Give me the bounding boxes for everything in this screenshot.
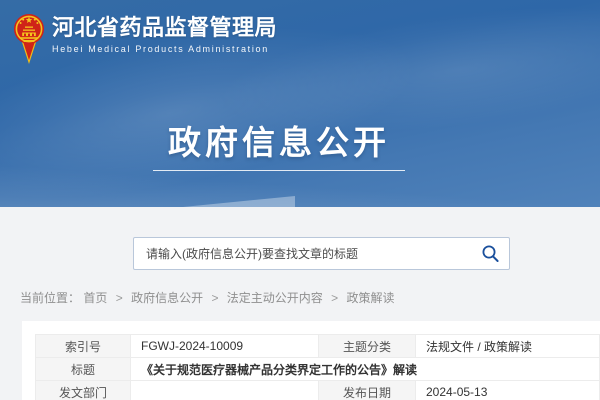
page-title: 政府信息公开 (0, 116, 600, 164)
banner-header: 河北省药品监督管理局 Hebei Medical Products Admini… (0, 0, 600, 207)
site-logo-text: 河北省药品监督管理局 Hebei Medical Products Admini… (52, 12, 277, 54)
subject-category-value: 法规文件 / 政策解读 (416, 335, 600, 358)
breadcrumb-separator: > (116, 291, 123, 305)
china-national-emblem-icon (13, 12, 45, 64)
title-value-cell: 《关于规范医疗器械产品分类界定工作的公告》解读 (131, 358, 600, 381)
breadcrumb-prefix: 当前位置： (20, 291, 80, 305)
issuing-department-label: 发文部门 (36, 381, 131, 400)
document-title-link[interactable]: 《关于规范医疗器械产品分类界定工作的公告》解读 (141, 363, 417, 377)
search-bar (133, 237, 510, 270)
agency-name-en: Hebei Medical Products Administration (52, 44, 277, 54)
document-info-card: 索引号 FGWJ-2024-10009 主题分类 法规文件 / 政策解读 标题 … (22, 321, 600, 400)
publish-date-label: 发布日期 (319, 381, 416, 400)
table-row: 发文部门 发布日期 2024-05-13 (36, 381, 600, 400)
breadcrumb-item-policy-interpretation[interactable]: 政策解读 (347, 291, 395, 305)
site-logo[interactable]: 河北省药品监督管理局 Hebei Medical Products Admini… (13, 12, 277, 64)
breadcrumb-separator: > (211, 291, 218, 305)
banner-wave-decoration (0, 167, 600, 207)
breadcrumb-item-info-disclosure[interactable]: 政府信息公开 (131, 291, 203, 305)
table-row: 标题 《关于规范医疗器械产品分类界定工作的公告》解读 (36, 358, 600, 381)
page-title-underline (153, 170, 405, 171)
subject-category-label: 主题分类 (319, 335, 416, 358)
breadcrumb: 当前位置： 首页 > 政府信息公开 > 法定主动公开内容 > 政策解读 (20, 289, 600, 306)
search-input[interactable] (134, 238, 471, 269)
main-content: 当前位置： 首页 > 政府信息公开 > 法定主动公开内容 > 政策解读 索引号 … (0, 237, 600, 400)
breadcrumb-separator: > (331, 291, 338, 305)
issuing-department-value (131, 381, 319, 400)
search-icon (481, 244, 500, 263)
document-info-table: 索引号 FGWJ-2024-10009 主题分类 法规文件 / 政策解读 标题 … (35, 334, 600, 400)
publish-date-value: 2024-05-13 (416, 381, 600, 400)
agency-name-cn: 河北省药品监督管理局 (52, 16, 277, 40)
index-number-label: 索引号 (36, 335, 131, 358)
breadcrumb-item-home[interactable]: 首页 (83, 291, 107, 305)
breadcrumb-item-statutory-disclosure[interactable]: 法定主动公开内容 (227, 291, 323, 305)
index-number-value: FGWJ-2024-10009 (131, 335, 319, 358)
table-row: 索引号 FGWJ-2024-10009 主题分类 法规文件 / 政策解读 (36, 335, 600, 358)
search-button[interactable] (471, 238, 509, 269)
title-label: 标题 (36, 358, 131, 381)
